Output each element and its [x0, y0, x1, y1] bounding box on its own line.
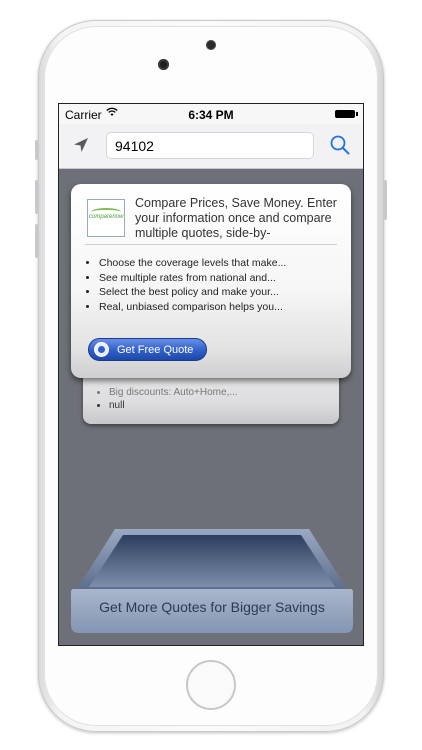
quote-tray[interactable]: Get More Quotes for Bigger Savings	[71, 527, 353, 635]
feature-list: Choose the coverage levels that make... …	[85, 256, 286, 314]
list-item: Real, unbiased comparison helps you...	[99, 300, 286, 315]
home-button[interactable]	[186, 660, 236, 710]
list-item: Select the best policy and make your...	[99, 285, 286, 300]
tray-label: Get More Quotes for Bigger Savings	[99, 599, 325, 615]
status-bar: Carrier 6:34 PM	[59, 104, 363, 124]
logo-text: comparenow	[89, 214, 124, 220]
status-time: 6:34 PM	[188, 108, 234, 122]
back-card-list: Big discounts: Auto+Home,... null	[95, 386, 238, 412]
app-screen: Carrier 6:34 PM Big discounts: Auto+Home…	[58, 103, 364, 646]
list-item: See multiple rates from national and...	[99, 271, 286, 286]
globe-icon	[94, 342, 109, 357]
card-divider	[85, 244, 337, 245]
battery-icon	[335, 110, 358, 118]
card-headline: Compare Prices, Save Money. Enter your i…	[135, 196, 337, 240]
search-icon[interactable]	[329, 134, 351, 156]
zip-search-input[interactable]	[106, 132, 314, 159]
list-item: null	[109, 399, 238, 412]
search-bar	[59, 124, 363, 169]
power-button	[384, 180, 387, 220]
front-camera-icon	[158, 59, 169, 70]
list-item: Choose the coverage levels that make...	[99, 256, 286, 271]
comparenow-logo: comparenow	[87, 199, 125, 237]
location-arrow-icon[interactable]	[73, 137, 89, 156]
get-free-quote-label: Get Free Quote	[117, 343, 194, 356]
tray-shape	[71, 529, 353, 633]
quote-card[interactable]: comparenow Compare Prices, Save Money. E…	[71, 184, 351, 378]
get-free-quote-button[interactable]: Get Free Quote	[88, 338, 207, 361]
volume-up-button	[35, 180, 38, 214]
mute-switch	[35, 140, 38, 160]
volume-down-button	[35, 224, 38, 258]
proximity-sensor	[206, 40, 216, 50]
list-item: Big discounts: Auto+Home,...	[109, 386, 238, 399]
